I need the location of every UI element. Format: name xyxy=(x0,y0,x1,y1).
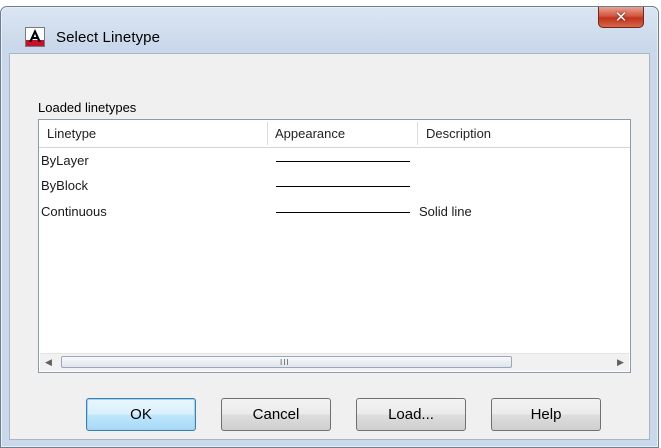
appearance-solid-line xyxy=(276,161,410,162)
select-linetype-dialog: Select Linetype ✕ Loaded linetypes Linet… xyxy=(0,6,659,448)
list-header: Linetype Appearance Description xyxy=(39,120,630,148)
table-row[interactable]: ByBlock xyxy=(39,174,630,198)
close-button[interactable]: ✕ xyxy=(598,7,644,28)
column-divider[interactable] xyxy=(417,122,418,145)
linetype-list[interactable]: Linetype Appearance Description ByLayer … xyxy=(38,119,631,373)
appearance-solid-line xyxy=(276,212,410,213)
column-header-description[interactable]: Description xyxy=(426,120,626,147)
column-divider[interactable] xyxy=(267,122,268,145)
title-bar[interactable]: Select Linetype ✕ xyxy=(1,7,658,47)
scrollbar-grip-icon: III xyxy=(280,358,290,367)
load-button[interactable]: Load... xyxy=(356,398,466,431)
ok-button[interactable]: OK xyxy=(86,398,196,431)
dialog-client-area: Loaded linetypes Linetype Appearance Des… xyxy=(9,53,650,440)
close-icon: ✕ xyxy=(614,9,628,26)
linetype-name: ByBlock xyxy=(41,178,88,193)
linetype-name: Continuous xyxy=(41,204,107,219)
column-header-appearance[interactable]: Appearance xyxy=(275,120,415,147)
column-header-linetype[interactable]: Linetype xyxy=(47,120,267,147)
autocad-app-icon xyxy=(25,27,45,47)
loaded-linetypes-label: Loaded linetypes xyxy=(38,100,137,115)
table-row[interactable]: Continuous Solid line xyxy=(39,200,630,224)
scroll-left-arrow-icon[interactable]: ◀ xyxy=(40,354,57,371)
appearance-solid-line xyxy=(276,186,410,187)
scroll-right-arrow-icon[interactable]: ▶ xyxy=(612,354,629,371)
cancel-button[interactable]: Cancel xyxy=(221,398,331,431)
table-row[interactable]: ByLayer xyxy=(39,149,630,173)
scrollbar-thumb[interactable]: III xyxy=(61,356,512,368)
linetype-description: Solid line xyxy=(419,204,472,219)
window-title: Select Linetype xyxy=(56,29,161,46)
linetype-name: ByLayer xyxy=(41,153,89,168)
help-button[interactable]: Help xyxy=(491,398,601,431)
horizontal-scrollbar[interactable]: ◀ III ▶ xyxy=(40,353,629,371)
